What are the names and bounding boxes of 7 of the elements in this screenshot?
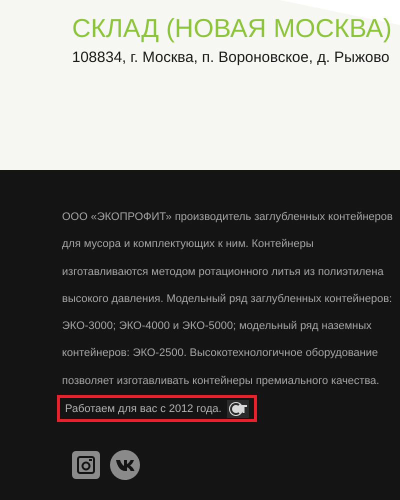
since-text: Работаем для вас с 2012 года. bbox=[65, 402, 222, 415]
warehouse-address: 108834, г. Москва, п. Вороновское, д. Рыжово bbox=[72, 48, 390, 67]
company-description: ООО «ЭКОПРОФИТ» производитель заглубленных контейнеров для мусора и комплектующих к ним. Контейнеры изготавливаются методом ротационного литья из полиэтилена высокого давления. Модельный ряд заглубленных контейнеров: ЭКО-3000; ЭКО-4000 и ЭКО-5000; модельный ряд наземных контейнеров: ЭКО-2500. Высокотехнологичное оборудование позволяет изготавливать контейнеры премиального качества. bbox=[62, 210, 393, 389]
instagram-icon[interactable] bbox=[72, 451, 100, 480]
certification-mark-icon bbox=[226, 400, 249, 418]
vk-icon[interactable] bbox=[110, 450, 140, 480]
warehouse-title: СКЛАД (НОВАЯ МОСКВА) bbox=[72, 12, 392, 44]
